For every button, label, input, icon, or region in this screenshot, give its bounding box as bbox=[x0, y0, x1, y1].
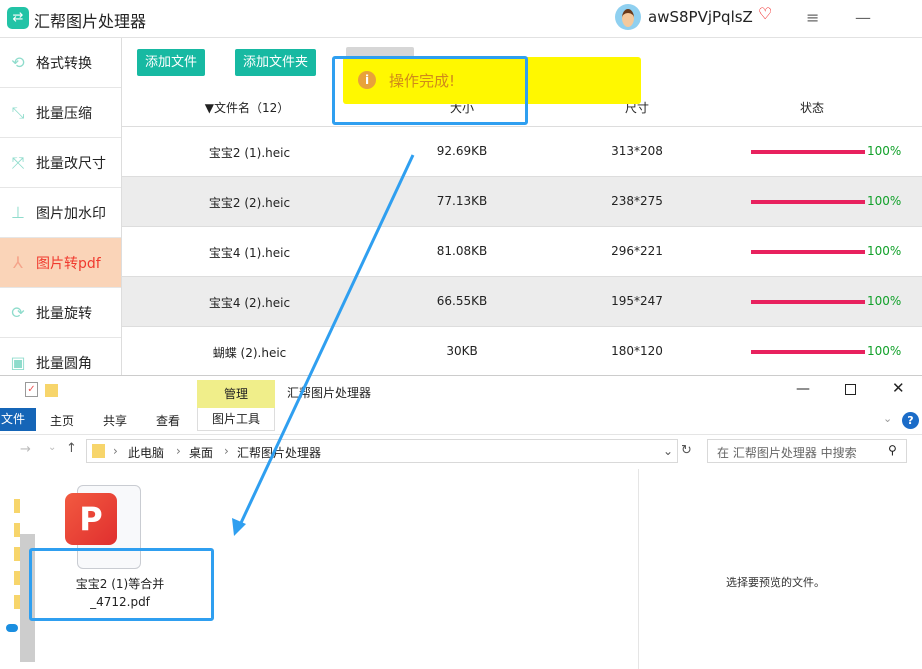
annotation-arrow bbox=[232, 154, 415, 536]
arrow-line bbox=[238, 154, 415, 526]
arrow-head bbox=[232, 518, 246, 536]
